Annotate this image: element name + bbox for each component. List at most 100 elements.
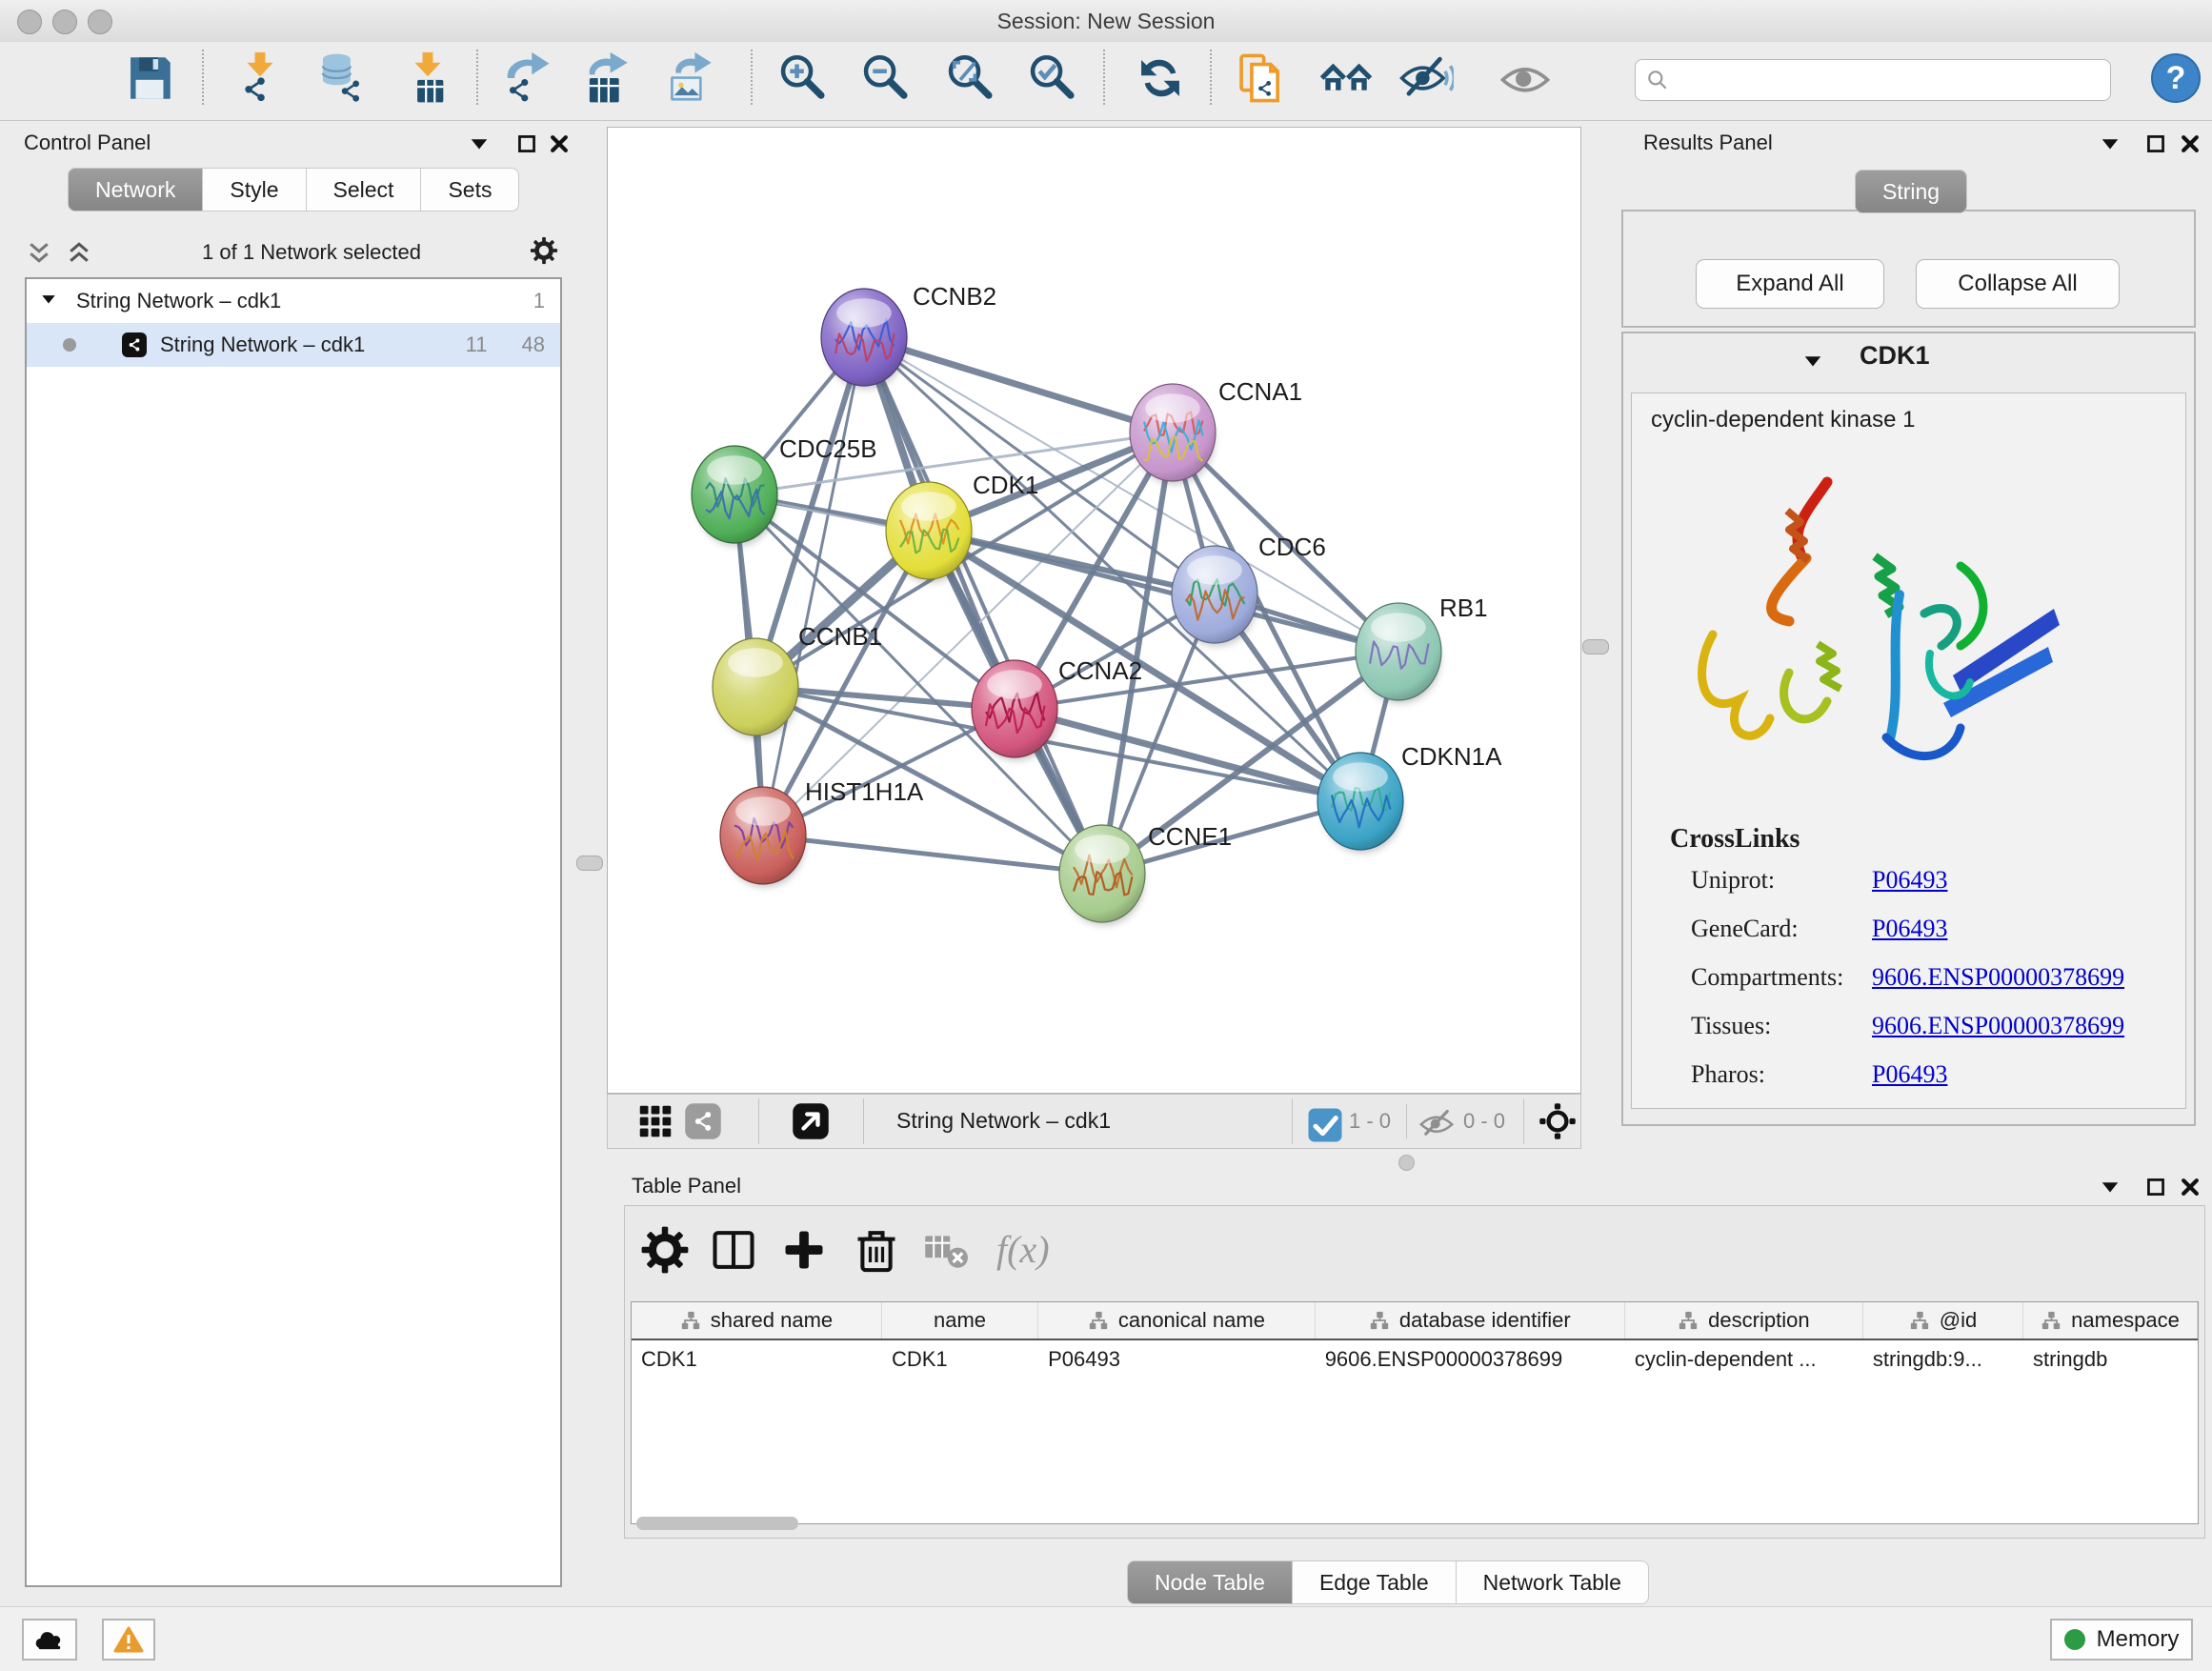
crosslink-link[interactable]: P06493 [1872, 1060, 1947, 1089]
left-splitter-handle[interactable] [576, 856, 603, 871]
collapse-all-button[interactable]: Collapse All [1916, 259, 2120, 309]
results-panel-collapse-icon[interactable] [2100, 133, 2121, 154]
first-neighbors-button[interactable] [1316, 48, 1377, 109]
table-cell[interactable]: stringdb [2023, 1340, 2198, 1379]
network-node-CCNB1[interactable] [713, 638, 798, 738]
column-header-name[interactable]: name [882, 1302, 1038, 1339]
hidden-eye-slash-icon[interactable] [1418, 1104, 1452, 1142]
control-panel-close-icon[interactable] [549, 133, 570, 154]
network-row[interactable]: String Network – cdk1 11 48 [27, 323, 560, 367]
network-node-HIST1H1A[interactable] [720, 787, 806, 887]
network-canvas[interactable]: CCNB2CCNA1CDC25BCDK1CDC6RB1CCNB1CCNA2CDK… [607, 127, 1581, 1094]
edge-CDK1-RB1[interactable] [929, 531, 1398, 652]
tab-network[interactable]: Network [68, 168, 203, 211]
show-hide-graphics-button[interactable] [1396, 48, 1457, 109]
network-collection-row[interactable]: String Network – cdk1 1 [27, 279, 560, 323]
network-options-gear-icon[interactable] [530, 236, 562, 269]
network-view-share-icon[interactable] [684, 1102, 722, 1140]
open-session-button[interactable] [33, 48, 94, 109]
control-panel-float-icon[interactable] [516, 133, 537, 154]
table-panel-float-icon[interactable] [2145, 1177, 2166, 1198]
right-splitter-handle[interactable] [1582, 639, 1609, 654]
column-header-database-identifier[interactable]: database identifier [1316, 1302, 1625, 1339]
network-node-CCNE1[interactable] [1059, 825, 1145, 925]
refresh-view-button[interactable] [1130, 48, 1191, 109]
zoom-out-button[interactable] [855, 48, 915, 109]
table-cell[interactable]: P06493 [1038, 1340, 1316, 1379]
warnings-button[interactable] [102, 1619, 155, 1661]
table-panel-collapse-icon[interactable] [2100, 1177, 2121, 1198]
selected-checkbox-icon[interactable] [1306, 1106, 1337, 1144]
zoom-selected-button[interactable] [1021, 48, 1082, 109]
collapse-all-icon[interactable] [25, 238, 53, 267]
column-header-@id[interactable]: @id [1863, 1302, 2023, 1339]
table-cell[interactable]: cyclin-dependent ... [1625, 1340, 1863, 1379]
table-panel-close-icon[interactable] [2180, 1177, 2201, 1198]
delete-column-trash-icon[interactable] [852, 1225, 901, 1275]
export-network-button[interactable] [494, 48, 555, 109]
network-node-CDC25B[interactable] [692, 446, 777, 546]
table-cell[interactable]: CDK1 [882, 1340, 1038, 1379]
tab-edge-table[interactable]: Edge Table [1293, 1560, 1457, 1604]
network-node-CDKN1A[interactable] [1317, 753, 1403, 853]
results-panel-float-icon[interactable] [2145, 133, 2166, 154]
column-header-canonical-name[interactable]: canonical name [1038, 1302, 1316, 1339]
zoom-fit-button[interactable] [939, 48, 1000, 109]
expand-all-icon[interactable] [65, 238, 93, 267]
table-cell[interactable]: 9606.ENSP00000378699 [1316, 1340, 1625, 1379]
edge-CCNB2-CCNA1[interactable] [864, 337, 1173, 433]
edge-CCNB2-HIST1H1A[interactable] [763, 337, 864, 836]
collection-caret-icon[interactable] [40, 289, 57, 313]
control-panel-collapse-icon[interactable] [469, 133, 490, 154]
bottom-splitter-handle[interactable] [1398, 1155, 1415, 1171]
birds-eye-view-icon[interactable] [1538, 1102, 1577, 1140]
network-node-RB1[interactable] [1356, 603, 1441, 703]
node-table[interactable]: shared namenamecanonical namedatabase id… [631, 1301, 2199, 1524]
table-row[interactable]: CDK1CDK1P064939606.ENSP00000378699cyclin… [632, 1340, 2198, 1379]
copy-network-button[interactable] [1230, 48, 1291, 109]
grid-view-icon[interactable] [636, 1102, 674, 1140]
tab-node-table[interactable]: Node Table [1127, 1560, 1293, 1604]
column-header-namespace[interactable]: namespace [2023, 1302, 2198, 1339]
edge-HIST1H1A-CCNE1[interactable] [763, 836, 1102, 874]
cloud-status-button[interactable] [22, 1619, 77, 1661]
results-panel-close-icon[interactable] [2180, 133, 2201, 154]
table-cell[interactable]: CDK1 [632, 1340, 882, 1379]
table-options-gear-icon[interactable] [640, 1225, 690, 1275]
show-columns-icon[interactable] [709, 1225, 758, 1275]
edge-CCNA2-CDKN1A[interactable] [1015, 709, 1360, 801]
network-node-CDK1[interactable] [886, 482, 972, 582]
zoom-in-button[interactable] [772, 48, 833, 109]
import-table-file-button[interactable] [397, 48, 458, 109]
open-in-new-window-icon[interactable] [792, 1102, 830, 1140]
tab-select[interactable]: Select [307, 168, 422, 211]
help-button[interactable]: ? [2151, 53, 2201, 103]
crosslink-link[interactable]: P06493 [1872, 866, 1947, 895]
crosslink-link[interactable]: P06493 [1872, 915, 1947, 943]
crosslink-link[interactable]: 9606.ENSP00000378699 [1872, 963, 2124, 992]
eye-icon[interactable] [1495, 48, 1556, 109]
column-header-shared-name[interactable]: shared name [632, 1302, 882, 1339]
import-network-database-button[interactable] [310, 48, 371, 109]
tab-style[interactable]: Style [203, 168, 306, 211]
network-node-CCNA1[interactable] [1130, 384, 1216, 484]
tab-sets[interactable]: Sets [421, 168, 519, 211]
expand-all-button[interactable]: Expand All [1696, 259, 1884, 309]
crosslink-link[interactable]: 9606.ENSP00000378699 [1872, 1012, 2124, 1040]
tab-network-table[interactable]: Network Table [1457, 1560, 1649, 1604]
search-input[interactable] [1635, 59, 2111, 101]
add-column-icon[interactable] [779, 1225, 829, 1275]
network-node-CCNA2[interactable] [972, 660, 1057, 760]
export-table-button[interactable] [576, 48, 637, 109]
memory-button[interactable]: Memory [2050, 1619, 2193, 1661]
tab-string[interactable]: String [1855, 170, 1967, 213]
network-node-CDC6[interactable] [1172, 546, 1257, 646]
table-cell[interactable]: stringdb:9... [1863, 1340, 2023, 1379]
search-field[interactable] [1678, 67, 2110, 93]
export-image-button[interactable] [659, 48, 720, 109]
import-network-file-button[interactable] [230, 48, 291, 109]
save-session-button[interactable] [119, 48, 180, 109]
column-header-description[interactable]: description [1625, 1302, 1863, 1339]
table-horizontal-scrollbar[interactable] [636, 1517, 798, 1530]
gene-section-caret-icon[interactable] [1802, 351, 1823, 372]
